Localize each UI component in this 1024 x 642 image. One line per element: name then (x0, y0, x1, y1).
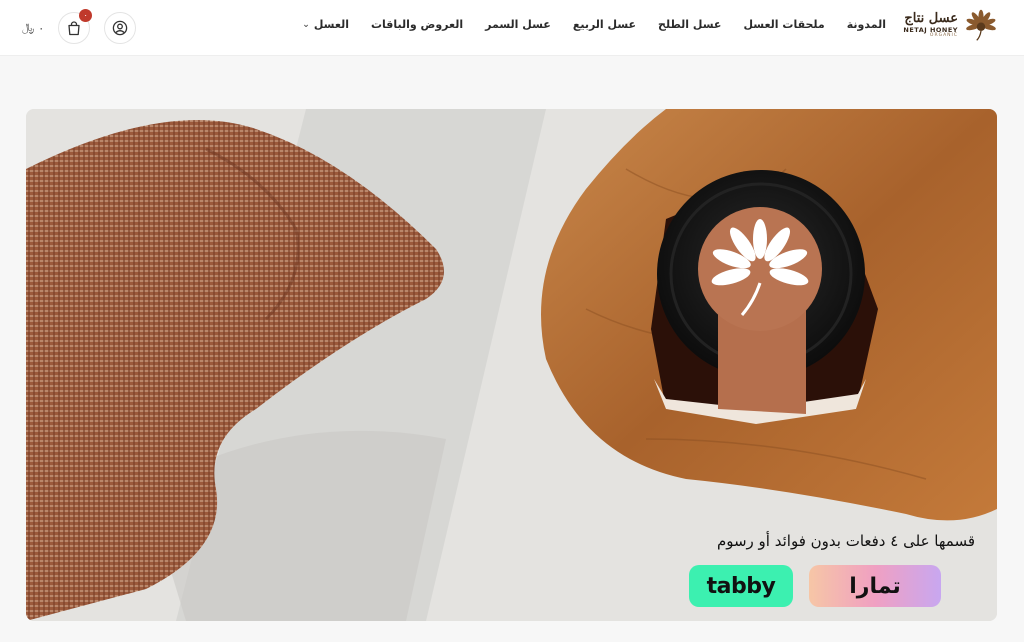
currency-symbol: ﷼ (22, 21, 35, 34)
cart-button[interactable]: ٠ (58, 9, 93, 44)
nav-item-offers[interactable]: العروض والباقات (371, 18, 463, 31)
cart-count-badge: ٠ (79, 9, 93, 22)
tamara-badge[interactable]: تمارا (809, 565, 941, 607)
tamara-label: تمارا (849, 573, 901, 599)
nav-item-label: ملحقات العسل (743, 18, 825, 31)
installment-promo-text: قسمها على ٤ دفعات بدون فوائد أو رسوم (716, 532, 975, 550)
main-nav: العسل ⌄ العروض والباقات عسل السمر عسل ال… (302, 18, 886, 31)
shopping-bag-icon (68, 20, 80, 35)
nav-item-label: عسل السمر (485, 18, 551, 31)
nav-item-samr-honey[interactable]: عسل السمر (485, 18, 551, 31)
nav-item-label: العسل (313, 18, 349, 31)
nav-item-spring-honey[interactable]: عسل الربيع (573, 18, 636, 31)
header-actions: ﷼ ٠ ٠ (22, 9, 137, 44)
chevron-down-icon: ⌄ (302, 19, 310, 30)
brand-text: عسل نتاج NETAJ HONEY ORGANIC (903, 12, 958, 39)
nav-item-label: العروض والباقات (370, 18, 464, 31)
nav-item-label: عسل الطلح (658, 18, 722, 31)
tabby-label: tabby (706, 573, 776, 599)
brand-sub: ORGANIC (929, 33, 958, 38)
user-icon (112, 20, 128, 36)
nav-item-accessories[interactable]: ملحقات العسل (743, 18, 824, 31)
nav-item-blog[interactable]: المدونة (847, 18, 886, 31)
nav-item-talh-honey[interactable]: عسل الطلح (658, 18, 721, 31)
cart-total-value: ٠ (38, 21, 45, 35)
nav-item-honey[interactable]: العسل ⌄ (302, 18, 349, 31)
cart-total[interactable]: ﷼ ٠ (22, 21, 44, 35)
brand-name-ar: عسل نتاج (904, 10, 958, 26)
flower-logo-icon (966, 9, 996, 41)
nav-item-label: عسل الربيع (572, 18, 637, 31)
hero-banner[interactable]: قسمها على ٤ دفعات بدون فوائد أو رسوم تما… (26, 109, 997, 621)
nav-item-label: المدونة (846, 18, 886, 31)
brand-logo[interactable]: عسل نتاج NETAJ HONEY ORGANIC (903, 8, 998, 42)
site-header: عسل نتاج NETAJ HONEY ORGANIC العسل ⌄ الع… (0, 0, 1024, 56)
tabby-badge[interactable]: tabby (689, 565, 793, 607)
account-button[interactable] (104, 12, 137, 44)
